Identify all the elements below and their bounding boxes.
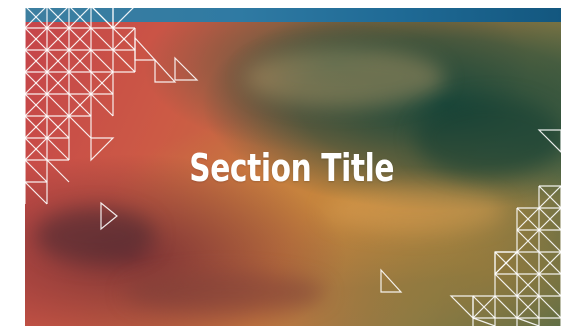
section-title[interactable]: Section Title xyxy=(83,146,501,190)
slide-canvas: Section Title xyxy=(0,0,563,326)
section-slide[interactable]: Section Title xyxy=(25,8,561,326)
top-left-triangle-pattern xyxy=(25,8,199,231)
